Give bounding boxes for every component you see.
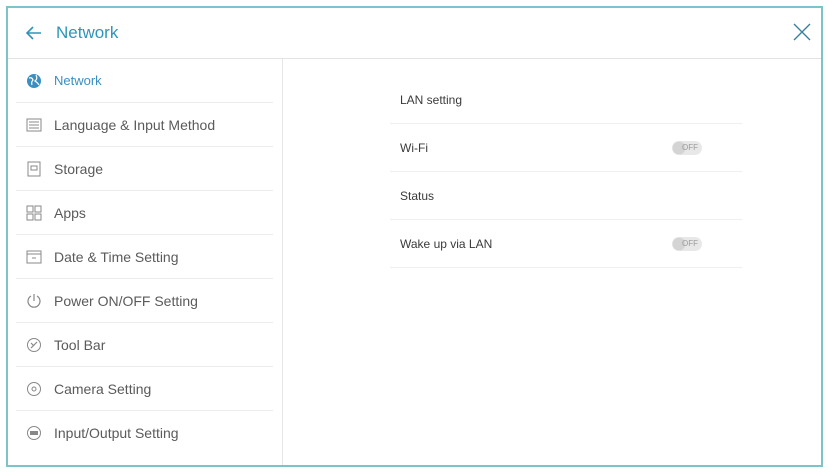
status-label: Status — [400, 188, 435, 203]
wake-on-lan-toggle[interactable]: OFF — [672, 236, 702, 251]
sidebar-item-label: Language & Input Method — [54, 116, 216, 133]
sidebar-item-label: Apps — [54, 204, 86, 221]
sidebar-item-language[interactable]: Language & Input Method — [16, 103, 273, 147]
keyboard-icon — [24, 115, 44, 135]
wifi-row[interactable]: Wi-Fi OFF — [390, 124, 742, 172]
camera-icon — [24, 379, 44, 399]
sidebar-item-label: Input/Output Setting — [54, 425, 179, 441]
close-icon[interactable] — [789, 19, 815, 45]
sidebar-item-camera[interactable]: Camera Setting — [16, 367, 273, 411]
sidebar-item-input-output[interactable]: Input/Output Setting — [16, 411, 273, 455]
sidebar-item-toolbar[interactable]: Tool Bar — [16, 323, 273, 367]
sidebar-item-label: Storage — [54, 160, 104, 177]
header-bar: Network — [8, 8, 821, 59]
input-output-icon — [24, 423, 44, 443]
sidebar-item-label: Tool Bar — [54, 336, 106, 353]
status-row[interactable]: Status — [390, 172, 742, 220]
arrow-left-icon[interactable] — [20, 19, 48, 47]
sidebar-item-label: Network — [54, 73, 102, 88]
calendar-icon — [24, 247, 44, 267]
wifi-toggle[interactable]: OFF — [672, 140, 702, 155]
page-title: Network — [56, 23, 119, 42]
sidebar-item-date-time[interactable]: Date & Time Setting — [16, 235, 273, 279]
sidebar-item-network[interactable]: Network — [16, 59, 273, 103]
apps-grid-icon — [24, 203, 44, 223]
wifi-label: Wi-Fi — [400, 140, 428, 155]
sidebar-item-storage[interactable]: Storage — [16, 147, 273, 191]
sidebar: Network Language & Input Method Storage — [8, 59, 283, 465]
toolbar-icon — [24, 335, 44, 355]
sidebar-item-power[interactable]: Power ON/OFF Setting — [16, 279, 273, 323]
lan-setting-label: LAN setting — [400, 92, 463, 107]
storage-icon — [24, 159, 44, 179]
network-settings-panel: LAN setting Wi-Fi OFF Status Wake up via… — [390, 76, 742, 268]
sidebar-item-label: Power ON/OFF Setting — [54, 292, 198, 309]
sidebar-item-label: Camera Setting — [54, 380, 152, 397]
toggle-state: OFF — [682, 142, 698, 152]
power-icon — [24, 291, 44, 311]
lan-setting-row[interactable]: LAN setting — [390, 76, 742, 124]
settings-window: Network Network Language & Input Method … — [6, 6, 823, 467]
sidebar-item-label: Date & Time Setting — [54, 248, 179, 265]
wake-on-lan-label: Wake up via LAN — [400, 236, 493, 251]
globe-icon — [24, 71, 44, 91]
sidebar-item-apps[interactable]: Apps — [16, 191, 273, 235]
toggle-state: OFF — [682, 238, 698, 248]
wake-on-lan-row[interactable]: Wake up via LAN OFF — [390, 220, 742, 268]
